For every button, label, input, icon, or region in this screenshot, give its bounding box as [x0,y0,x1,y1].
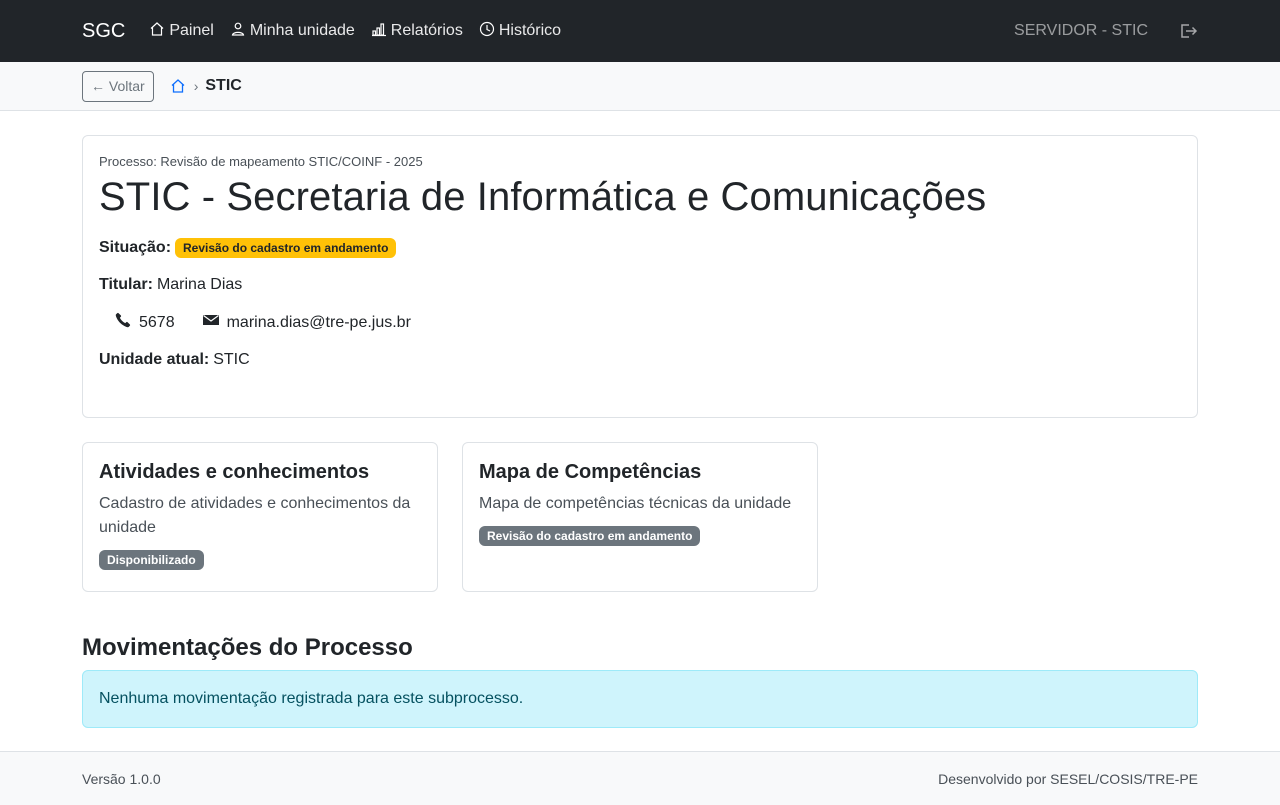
card-title: Mapa de Competências [479,461,702,483]
user-label: SERVIDOR - STIC [1014,22,1148,39]
breadcrumb-bar: ← Voltar › STIC [0,62,1280,111]
process-label: Processo: Revisão de mapeamento STIC/COI… [99,154,423,169]
situacao-row: Situação: Revisão do cadastro em andamen… [99,238,1181,258]
unit-info-card: Processo: Revisão de mapeamento STIC/COI… [82,135,1198,418]
titular-label: Titular: [99,276,153,293]
nav-link-painel[interactable]: Painel [149,21,214,42]
nav-link-relatorios[interactable]: Relatórios [371,21,463,42]
subprocess-cards: Atividades e conhecimentos Cadastro de a… [82,442,1198,592]
contact-row: 5678 marina.dias@tre-pe.jus.br [99,312,1181,333]
version-text: Versão 1.0.0 [82,770,161,787]
nav-link-label: Relatórios [390,22,463,39]
status-badge: Disponibilizado [99,550,204,570]
situacao-label: Situação: [99,239,172,256]
page-title: STIC - Secretaria de Informática e Comun… [99,175,987,219]
empty-movements-alert: Nenhuma movimentação registrada para est… [82,670,1198,728]
movimentacoes-title: Movimentações do Processo [82,634,413,661]
status-badge: Revisão do cadastro em andamento [175,238,397,258]
nav-right: SERVIDOR - STIC [1014,21,1198,41]
nav-link-label: Minha unidade [249,22,355,39]
breadcrumb: › STIC [170,77,242,95]
status-badge: Revisão do cadastro em andamento [479,526,701,546]
nav-link-label: Painel [169,22,214,39]
unidade-atual-label: Unidade atual: [99,351,210,368]
card-mapa-competencias[interactable]: Mapa de Competências Mapa de competência… [462,442,818,592]
bar-chart-icon [371,21,387,42]
footer: Versão 1.0.0 Desenvolvido por SESEL/COSI… [0,751,1280,805]
brand-logo[interactable]: SGC [82,20,125,43]
card-atividades[interactable]: Atividades e conhecimentos Cadastro de a… [82,442,438,592]
card-title: Atividades e conhecimentos [99,461,370,483]
main-content: Processo: Revisão de mapeamento STIC/COI… [0,135,1280,728]
person-icon [230,21,246,42]
email-value[interactable]: marina.dias@tre-pe.jus.br [227,314,411,332]
top-navbar: SGC Painel Minha unidade Relatórios Hist… [0,0,1280,62]
unidade-atual-row: Unidade atual: STIC [99,351,1181,369]
house-icon [149,21,165,42]
envelope-icon [202,312,219,333]
phone-icon [115,312,131,333]
titular-value: Marina Dias [156,276,243,293]
breadcrumb-current: STIC [205,77,242,94]
nav-links: Painel Minha unidade Relatórios Históric… [149,21,561,42]
home-icon[interactable] [170,78,186,94]
clock-icon [479,21,495,42]
back-button[interactable]: ← Voltar [82,70,154,102]
nav-link-label: Histórico [498,22,562,39]
logout-icon[interactable] [1178,21,1198,41]
nav-link-minha-unidade[interactable]: Minha unidade [230,21,355,42]
card-description: Cadastro de atividades e conhecimentos d… [99,495,411,536]
credits-text: Desenvolvido por SESEL/COSIS/TRE-PE [938,770,1198,787]
nav-link-historico[interactable]: Histórico [479,21,561,42]
titular-row: Titular: Marina Dias [99,276,1181,294]
unidade-atual-value: STIC [213,351,250,368]
card-description: Mapa de competências técnicas da unidade [479,495,792,512]
phone-value: 5678 [139,313,175,331]
breadcrumb-separator: › [193,78,199,94]
